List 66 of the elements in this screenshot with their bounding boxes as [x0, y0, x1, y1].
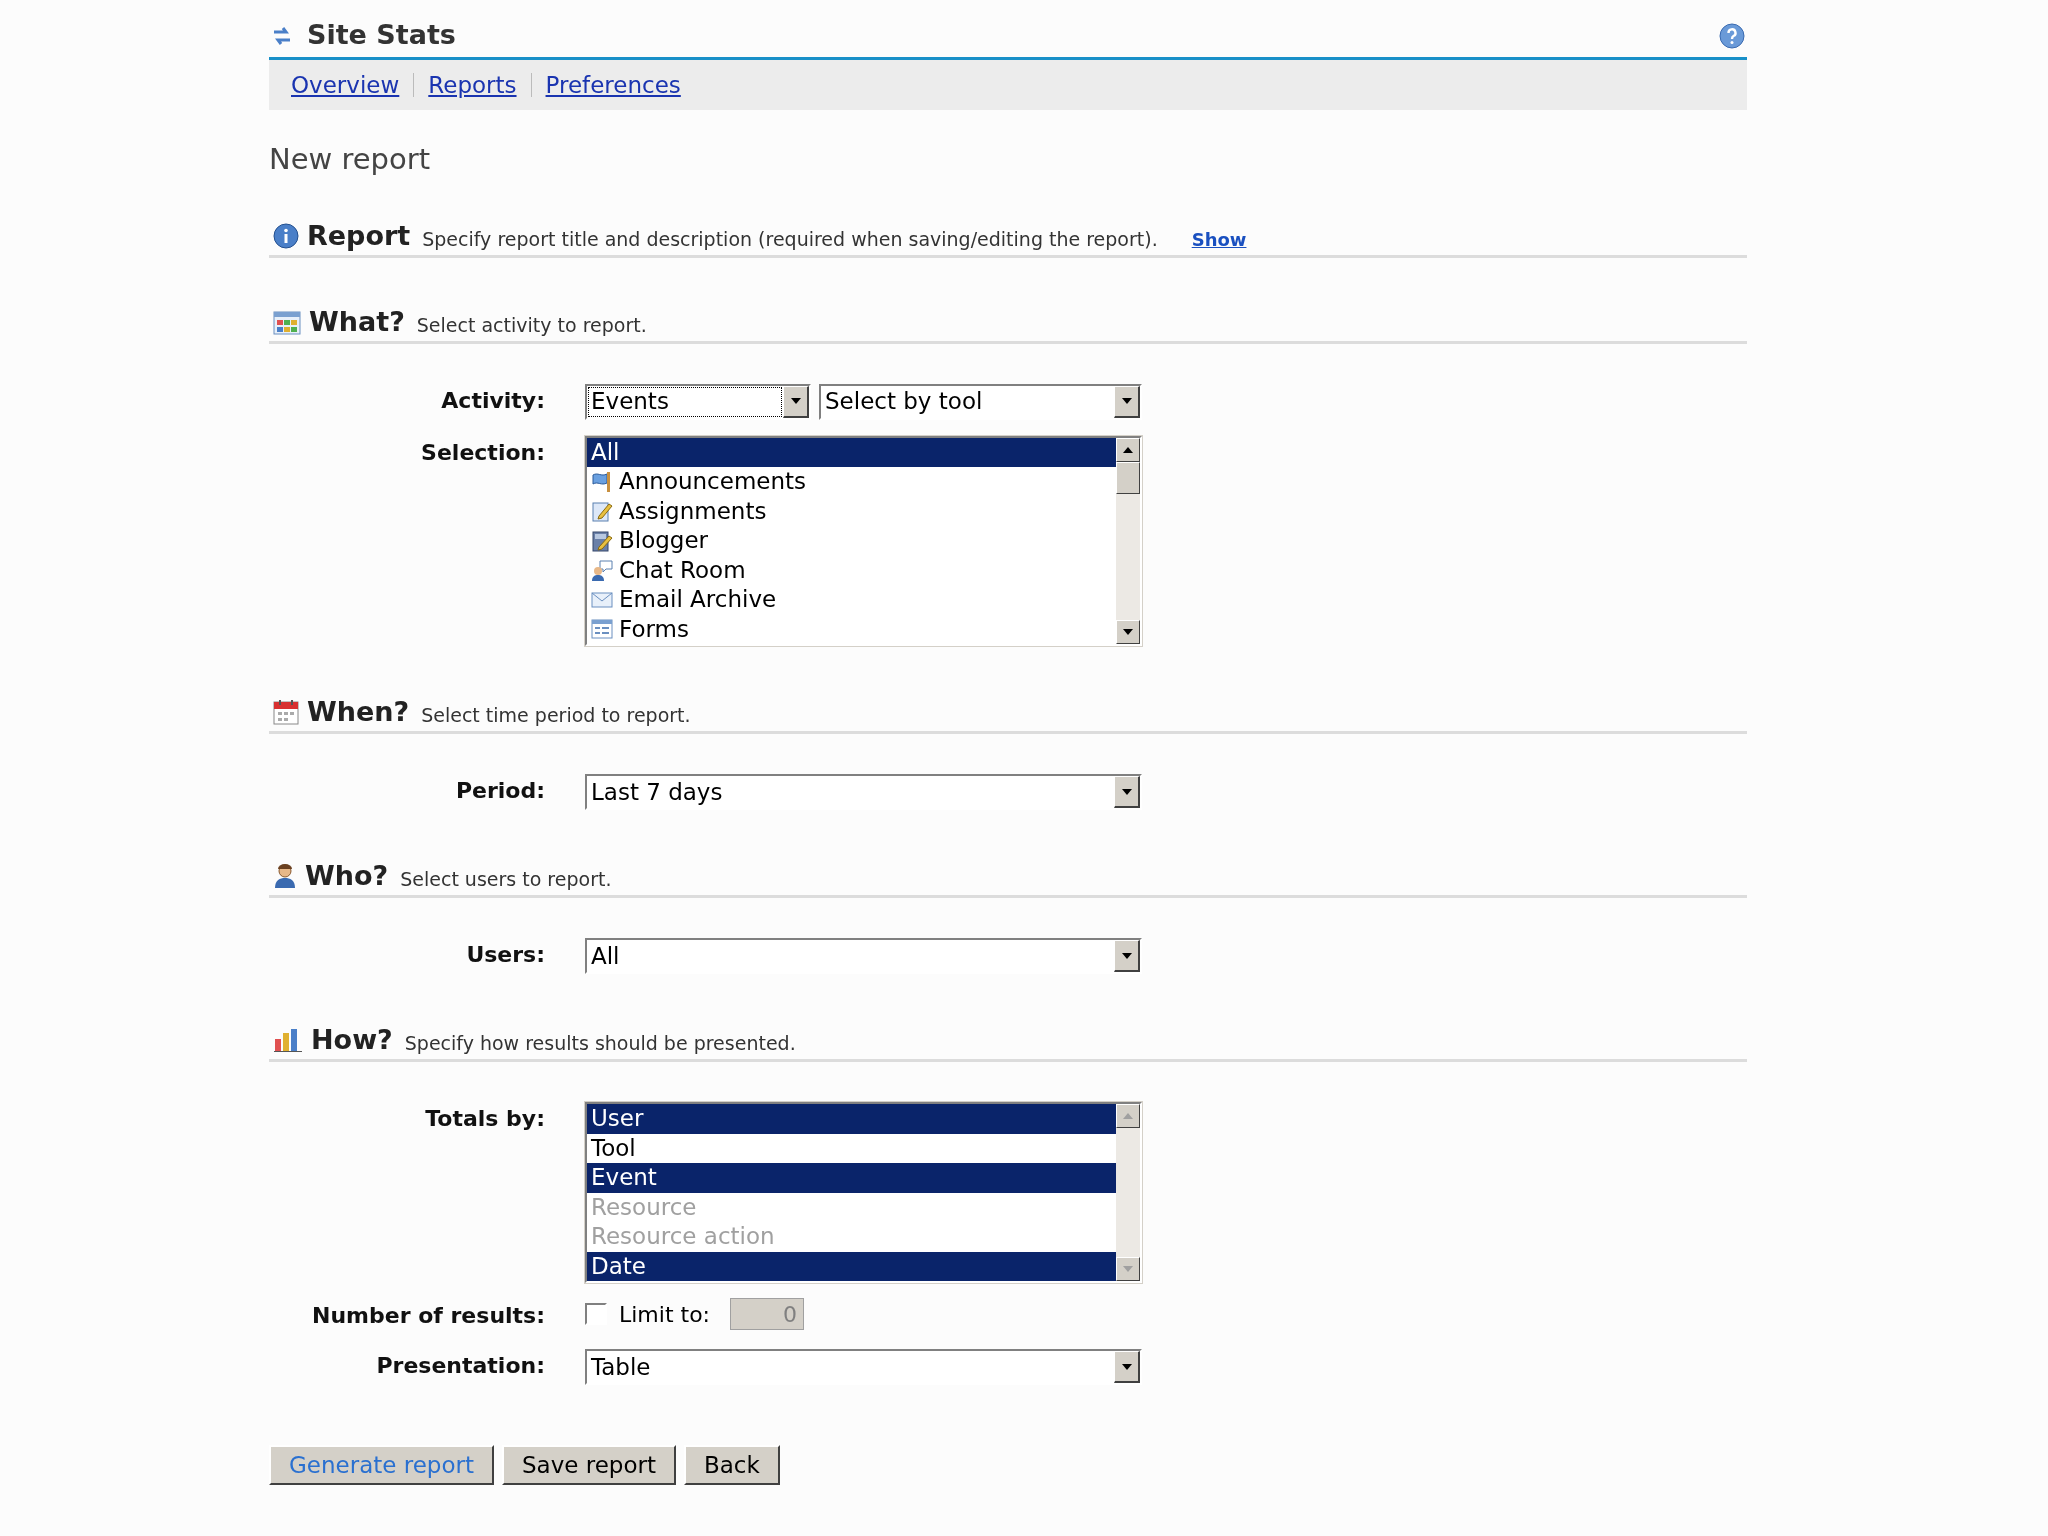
list-option[interactable]: Assignments	[587, 496, 1116, 526]
field-label: Period:	[454, 777, 545, 805]
chat-person-icon	[591, 559, 613, 582]
section-description: Select users to report.	[400, 870, 612, 889]
dropdown[interactable]: Events	[585, 383, 811, 420]
form-icon	[591, 618, 613, 641]
scroll-up-icon	[1123, 446, 1133, 453]
form-button[interactable]: Back	[684, 1445, 780, 1485]
dropdown[interactable]: Last 7 days	[585, 774, 1142, 810]
header-title: Site Stats	[307, 18, 456, 53]
section-title: When?	[307, 698, 410, 725]
calendar-icon	[273, 699, 299, 725]
flag-icon	[591, 470, 613, 493]
scrollbar[interactable]	[1116, 1104, 1140, 1281]
section-title: How?	[311, 1026, 393, 1053]
user-icon	[273, 863, 297, 889]
field-label: Totals by:	[424, 1105, 545, 1133]
field-label: Users:	[465, 941, 545, 969]
caret-icon	[1121, 1363, 1132, 1370]
nav-link[interactable]: Overview	[291, 67, 400, 103]
dropdown[interactable]: Select by tool	[819, 383, 1142, 420]
list-box[interactable]: All Announcements Assignments Blogger Chat Room Email Archive Forms	[585, 435, 1142, 646]
pencil-paper-icon	[591, 500, 613, 523]
section-description: Specify how results should be presented.	[404, 1034, 796, 1053]
list-option[interactable]: Date	[587, 1251, 1116, 1281]
caret-icon	[790, 398, 801, 404]
list-option[interactable]: All	[587, 437, 1116, 467]
table-icon	[273, 310, 301, 335]
scroll-down-icon	[1123, 1266, 1133, 1272]
help-icon[interactable]	[1719, 22, 1745, 49]
list-option[interactable]: Chat Room	[587, 555, 1116, 585]
field-label: Selection:	[420, 438, 545, 467]
limit-label: Limit to:	[619, 1300, 711, 1329]
section-description: Specify report title and description (required when saving/editing the report).	[422, 229, 1158, 249]
list-option[interactable]: Forms	[587, 614, 1116, 644]
caret-icon	[1121, 788, 1132, 795]
list-option[interactable]: User	[587, 1104, 1116, 1134]
caret-icon	[1121, 952, 1132, 959]
section-description: Select activity to report.	[416, 315, 647, 335]
list-option[interactable]: Tool	[587, 1133, 1116, 1163]
field-label: Presentation:	[375, 1352, 545, 1380]
list-option[interactable]: Blogger	[587, 526, 1116, 556]
caret-icon	[1121, 398, 1132, 404]
nav-link[interactable]: Reports	[428, 67, 517, 103]
list-option[interactable]: Announcements	[587, 467, 1116, 497]
list-option[interactable]: Email Archive	[587, 585, 1116, 615]
info-icon	[273, 222, 299, 249]
show-link[interactable]: Show	[1191, 230, 1247, 249]
section-title: Who?	[305, 862, 389, 889]
field-label: Activity:	[440, 386, 545, 415]
scrollbar[interactable]	[1116, 437, 1140, 644]
list-option[interactable]: Event	[587, 1163, 1116, 1193]
scroll-up-icon	[1123, 1113, 1133, 1119]
section-title: What?	[309, 307, 405, 335]
dropdown[interactable]: Table	[585, 1349, 1142, 1385]
notebook-icon	[591, 529, 613, 552]
scroll-down-icon	[1123, 629, 1133, 635]
section-description: Select time period to report.	[421, 706, 691, 725]
page-title: New report	[269, 141, 432, 178]
form-button[interactable]: Save report	[502, 1445, 676, 1485]
field-label: Number of results:	[311, 1302, 545, 1330]
chart-icon	[273, 1027, 303, 1053]
section-title: Report	[307, 221, 411, 249]
scrollbar-thumb[interactable]	[1116, 461, 1140, 494]
nav-link[interactable]: Preferences	[545, 67, 681, 103]
dropdown[interactable]: All	[585, 938, 1142, 974]
